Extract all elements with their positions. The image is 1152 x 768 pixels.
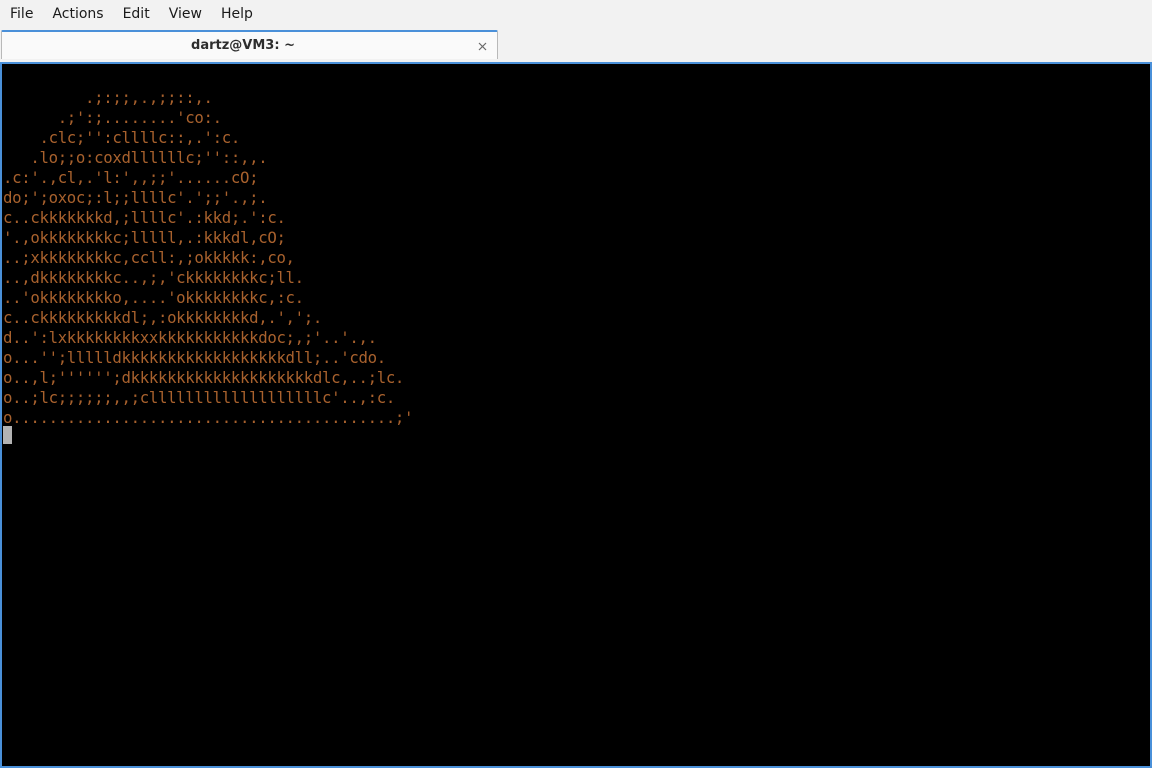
terminal-tab[interactable]: dartz@VM3: ~ <box>1 30 498 59</box>
terminal-output: .;:;;,.,;;::,. .;':;........'co:. .clc;'… <box>3 88 414 427</box>
menu-actions[interactable]: Actions <box>42 0 112 29</box>
tab-title: dartz@VM3: ~ <box>191 38 295 53</box>
menu-view[interactable]: View <box>159 0 211 29</box>
close-icon[interactable] <box>476 38 489 51</box>
terminal-view[interactable]: .;:;;,.,;;::,. .;':;........'co:. .clc;'… <box>0 62 1152 768</box>
menu-file[interactable]: File <box>0 0 42 29</box>
terminal-cursor <box>3 426 12 444</box>
terminal-window: File Actions Edit View Help dartz@VM3: ~… <box>0 0 1152 768</box>
tab-bar: dartz@VM3: ~ <box>0 29 1152 61</box>
menubar: File Actions Edit View Help <box>0 0 1152 29</box>
menu-help[interactable]: Help <box>211 0 262 29</box>
menu-edit[interactable]: Edit <box>113 0 159 29</box>
